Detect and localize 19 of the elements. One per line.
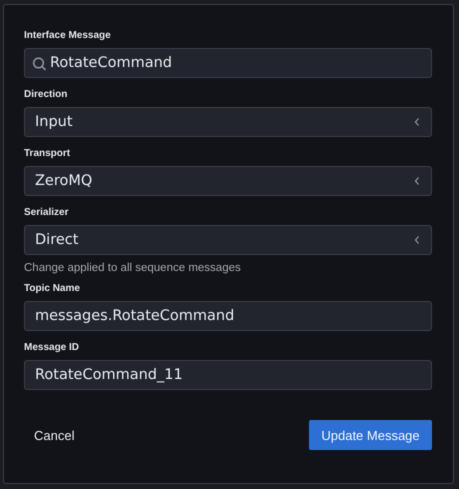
dropdown[interactable]: Direct (24, 225, 432, 255)
chevron-left-icon (413, 117, 421, 127)
input-field[interactable]: RotateCommand_11 (24, 360, 432, 390)
field-label: Direction (24, 88, 68, 102)
field-label: Interface Message (24, 29, 112, 43)
search-field[interactable]: RotateCommand (24, 48, 432, 78)
chevron-left-icon (413, 176, 421, 186)
chevron-left-icon (413, 235, 421, 245)
search-icon (32, 56, 47, 70)
update-message-button[interactable]: Update Message (309, 420, 432, 450)
help-text: Change applied to all sequence messages (24, 262, 242, 274)
field-label: Topic Name (24, 282, 81, 296)
dropdown[interactable]: ZeroMQ (24, 166, 432, 196)
field-label: Message ID (24, 341, 80, 355)
input-field[interactable]: messages.RotateCommand (24, 301, 432, 331)
dropdown[interactable]: Input (24, 107, 432, 137)
field-label: Transport (24, 147, 72, 161)
field-label: Serializer (24, 206, 70, 220)
cancel-button[interactable]: Cancel (24, 420, 84, 450)
